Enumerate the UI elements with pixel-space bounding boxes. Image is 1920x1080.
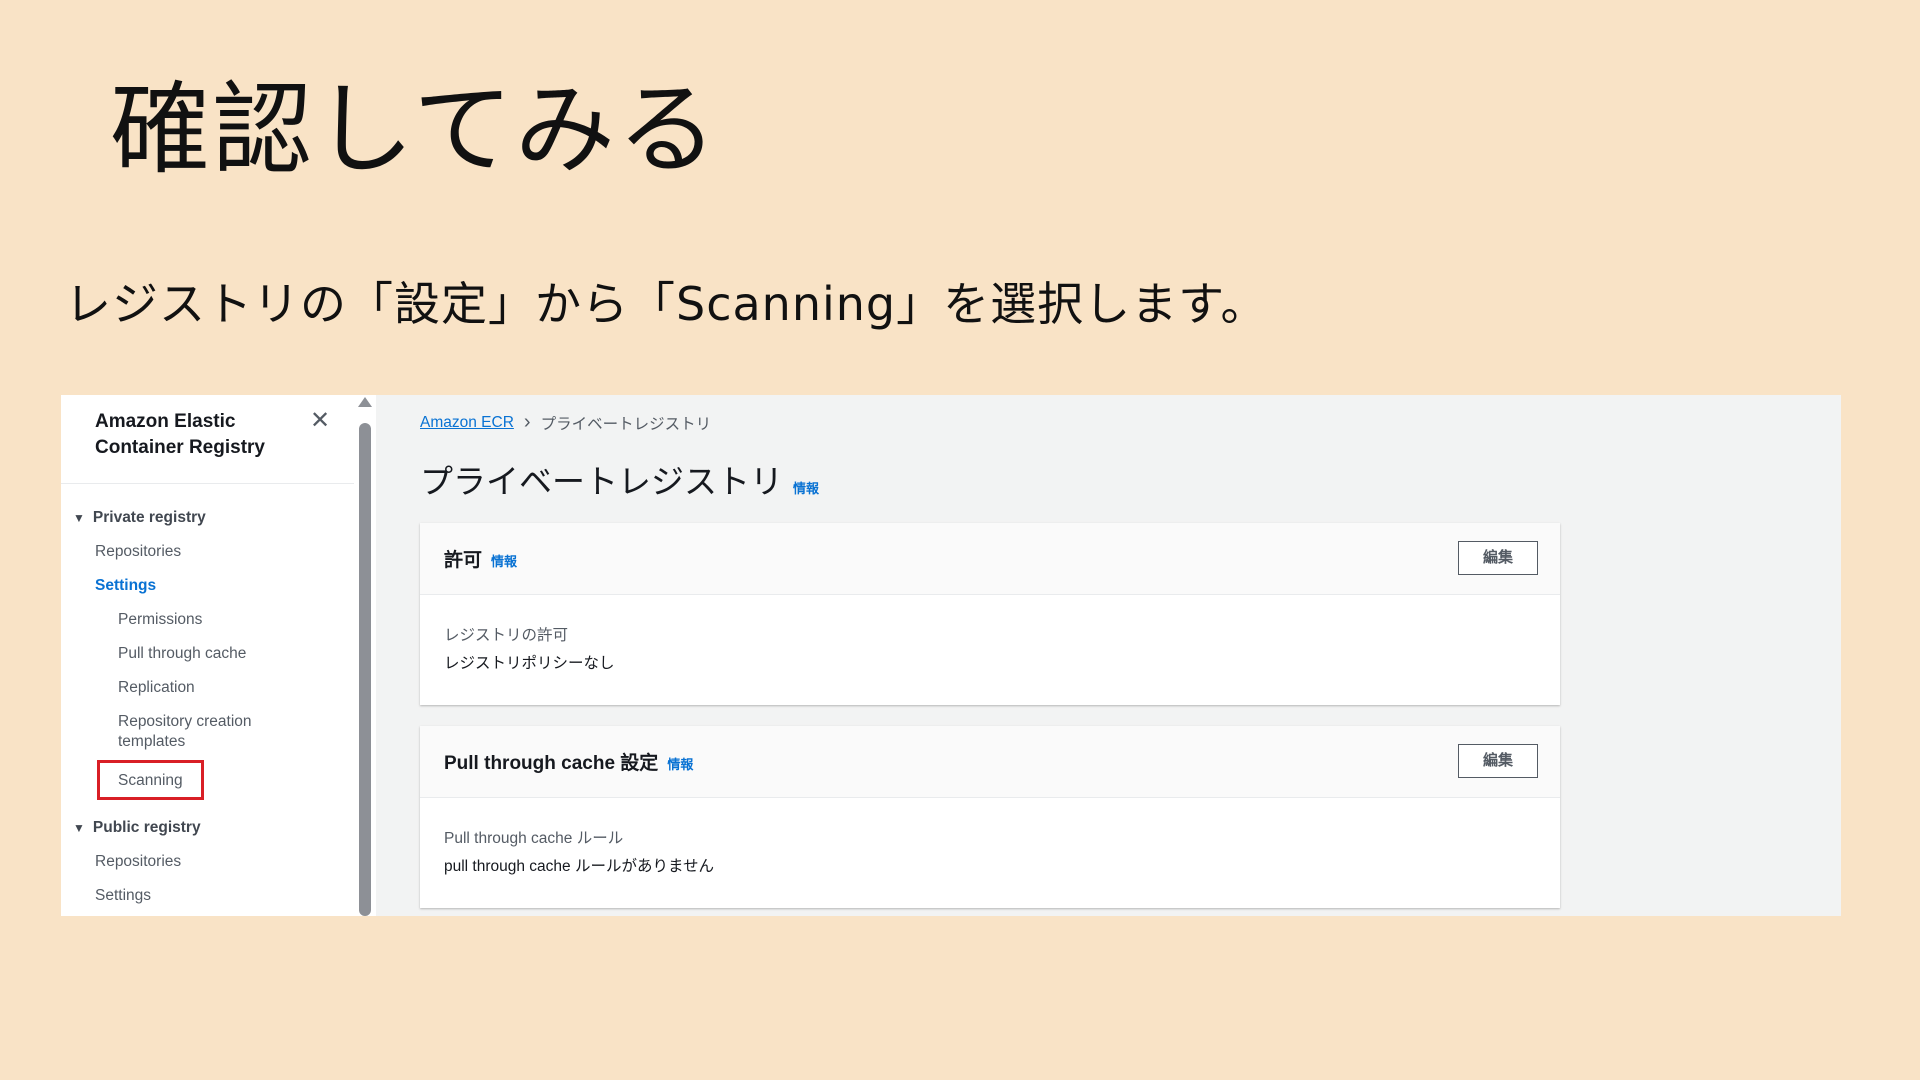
slide-subtitle: レジストリの「設定」から「Scanning」を選択します。 [65,277,1268,331]
pull-through-cache-panel: Pull through cache 設定 情報 編集 Pull through… [420,726,1560,908]
breadcrumb-link-ecr[interactable]: Amazon ECR [420,414,514,432]
panel-body: レジストリの許可 レジストリポリシーなし [420,595,1560,705]
section-label: Private registry [92,509,206,526]
panel-header: 許可 情報 編集 [420,523,1560,595]
edit-button[interactable]: 編集 [1458,541,1538,575]
sidebar-section-public[interactable]: ▼ Public registry [73,818,201,838]
sidebar-title: Amazon Elastic Container Registry [95,411,265,458]
scroll-up-icon[interactable] [358,397,372,407]
panel-header: Pull through cache 設定 情報 編集 [420,726,1560,798]
sidebar-item-settings[interactable]: Settings [95,576,156,596]
sidebar-item-public-repositories[interactable]: Repositories [95,852,181,872]
sidebar-divider [61,483,354,484]
sidebar-item-repository-creation-templates[interactable]: Repository creation templates [118,712,293,752]
sidebar-item-repositories[interactable]: Repositories [95,542,181,562]
sidebar-item-pull-through-cache[interactable]: Pull through cache [118,644,246,664]
sidebar-item-scanning[interactable]: Scanning [118,771,201,791]
sidebar-item-permissions[interactable]: Permissions [118,610,202,630]
close-icon[interactable]: ✕ [307,408,333,434]
page-title: プライベートレジストリ 情報 [420,455,819,503]
page-title-text: プライベートレジストリ [420,463,783,500]
panel-title-text: 許可 [444,550,483,571]
scanning-highlight-box: Scanning [97,760,204,800]
caret-down-icon: ▼ [73,821,85,835]
info-link[interactable]: 情報 [793,478,819,497]
section-label: Public registry [92,819,201,836]
field-label: Pull through cache ルール [444,830,624,847]
caret-down-icon: ▼ [73,511,85,525]
sidebar-item-public-settings[interactable]: Settings [95,886,151,906]
panel-title: Pull through cache 設定 情報 [444,748,693,775]
ecr-screenshot: Amazon Elastic Container Registry ✕ ▼ Pri… [61,395,1841,916]
scrollbar-thumb[interactable] [359,423,371,916]
permissions-panel: 許可 情報 編集 レジストリの許可 レジストリポリシーなし [420,523,1560,705]
breadcrumb-current: プライベートレジストリ [540,415,712,433]
breadcrumb: Amazon ECR › プライベートレジストリ [420,411,711,434]
field-label: レジストリの許可 [444,627,569,644]
field-value: pull through cache ルールがありません [444,858,715,875]
info-link[interactable]: 情報 [491,551,517,570]
panel-body: Pull through cache ルール pull through cach… [420,798,1560,908]
info-link[interactable]: 情報 [667,754,693,773]
sidebar: Amazon Elastic Container Registry ✕ ▼ Pri… [61,395,354,916]
panel-title-text: Pull through cache 設定 [444,753,659,774]
sidebar-scrollbar[interactable] [354,395,376,916]
edit-button[interactable]: 編集 [1458,744,1538,778]
sidebar-section-private[interactable]: ▼ Private registry [73,508,206,528]
panel-title: 許可 情報 [444,545,517,572]
sidebar-item-replication[interactable]: Replication [118,678,195,698]
chevron-right-icon: › [523,411,531,433]
slide-title: 確認してみる [110,71,719,188]
field-value: レジストリポリシーなし [444,655,615,672]
